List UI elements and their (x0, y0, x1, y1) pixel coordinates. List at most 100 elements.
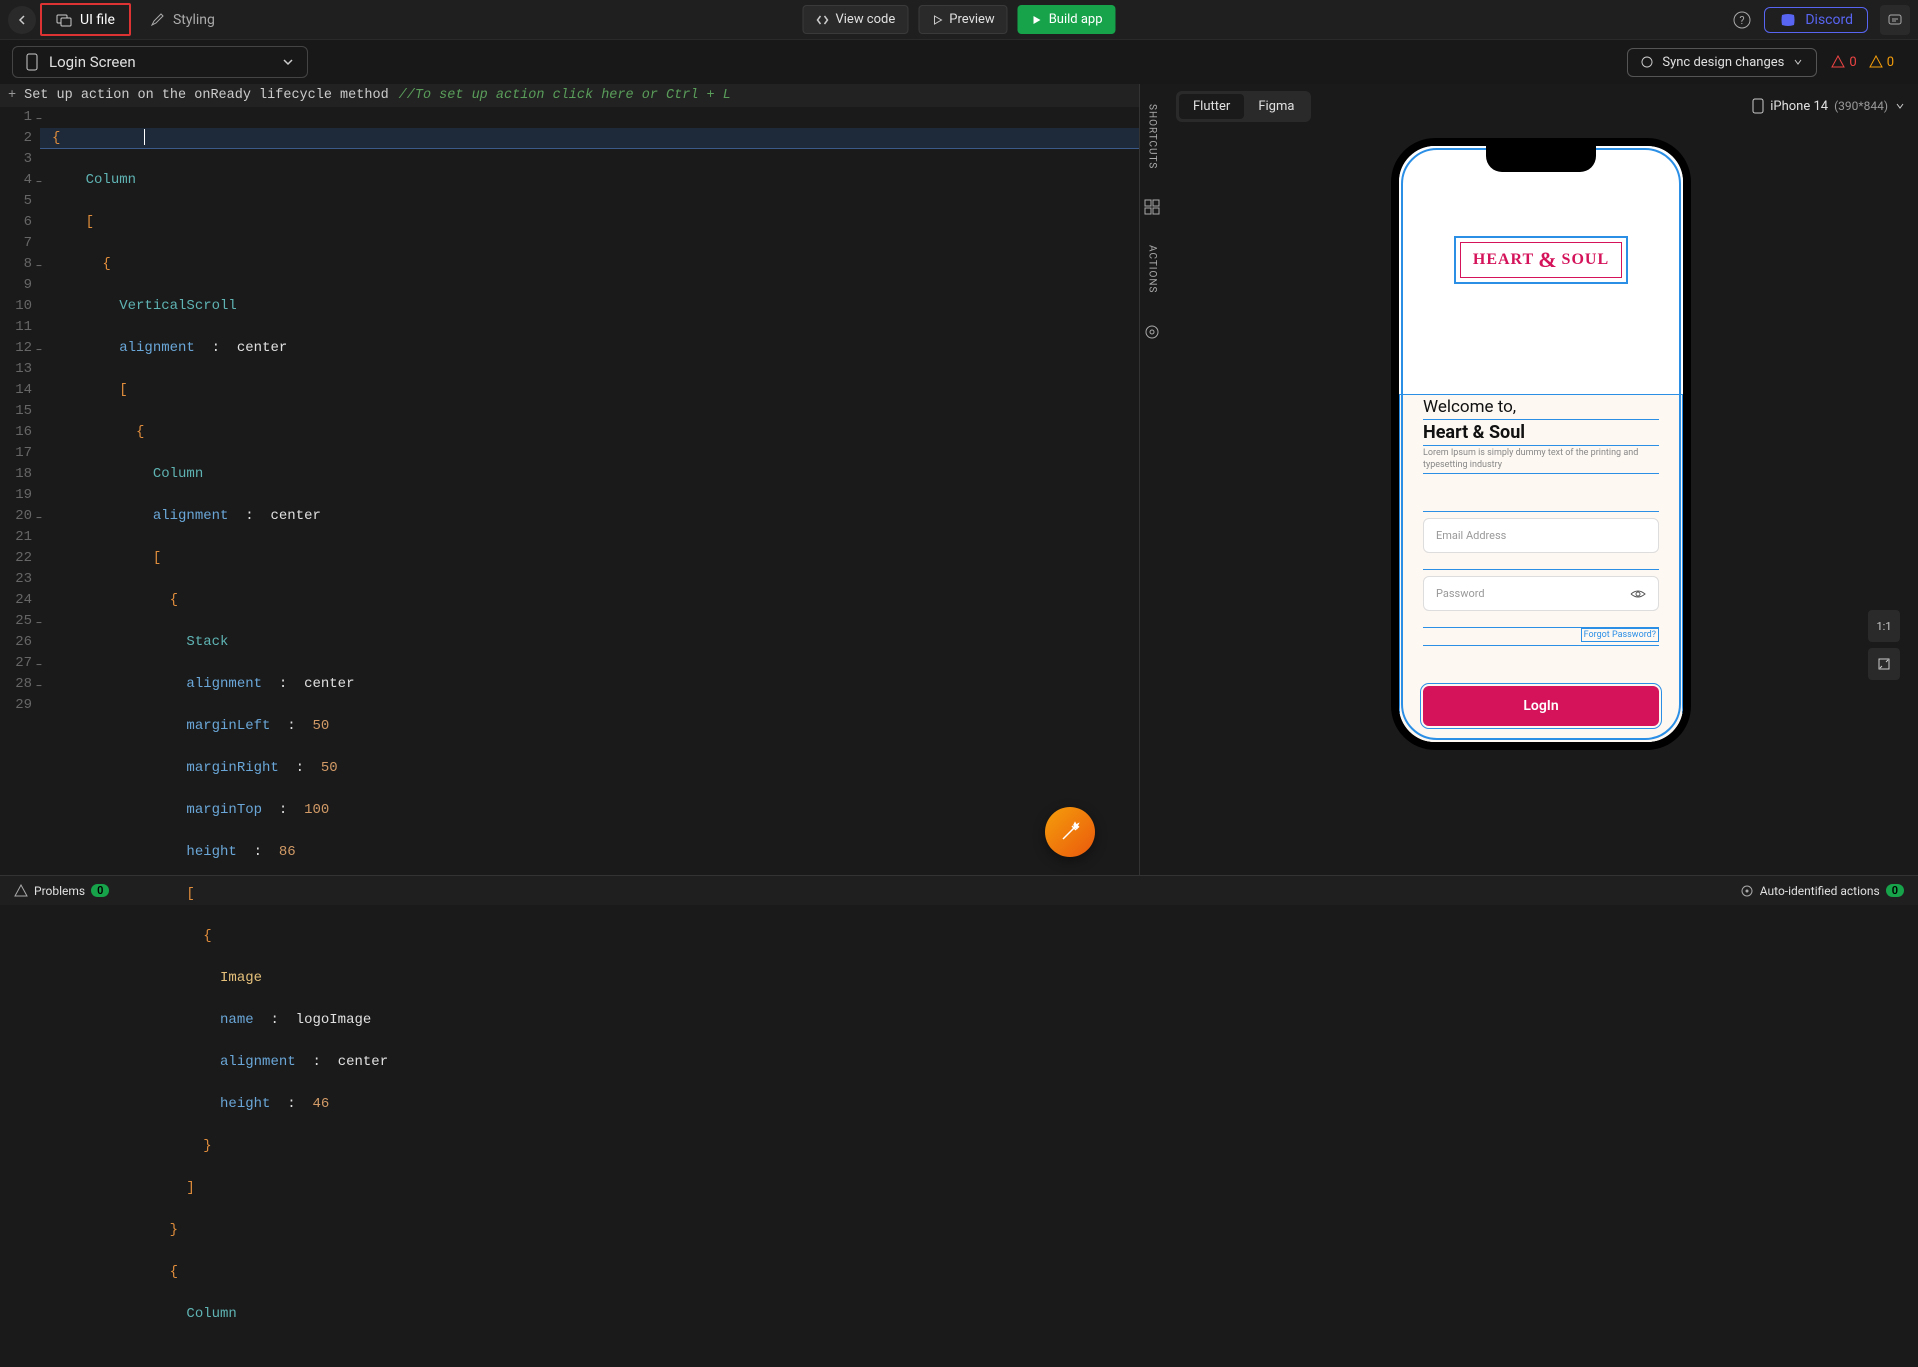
device-name: iPhone 14 (1770, 99, 1828, 114)
preview-panel: Flutter Figma iPhone 14 (390*844) HEART (1164, 84, 1918, 875)
error-count: 0 (1849, 55, 1856, 70)
zoom-expand[interactable] (1868, 648, 1900, 680)
phone-icon (1752, 98, 1764, 114)
spacer (1423, 474, 1659, 512)
ui-file-icon (56, 12, 72, 28)
logo-outline: HEART & SOUL (1454, 236, 1628, 284)
sync-label: Sync design changes (1662, 55, 1784, 70)
preview-label: Preview (949, 12, 994, 27)
editor-column: + Set up action on the onReady lifecycle… (0, 84, 1140, 875)
svg-text:?: ? (1740, 14, 1745, 27)
login-card: Welcome to, Heart & Soul Lorem Ipsum is … (1399, 394, 1683, 742)
build-app-label: Build app (1049, 12, 1103, 27)
chevron-down-icon (1792, 56, 1804, 68)
plus-icon[interactable]: + (8, 88, 16, 103)
rail-actions[interactable]: ACTIONS (1147, 245, 1158, 293)
expand-icon (1877, 657, 1891, 671)
fold-marker[interactable]: − (32, 677, 42, 687)
zoom-reset[interactable]: 1:1 (1868, 610, 1900, 642)
target-icon (1740, 884, 1754, 898)
tab-ui-file[interactable]: UI file (40, 3, 131, 36)
line-gutter: 1− 23 4− 567 8− 91011 12− 13141516171819… (0, 107, 40, 1367)
grid-icon[interactable] (1144, 199, 1160, 215)
warning-count: 0 (1887, 55, 1894, 70)
action-setup-line[interactable]: + Set up action on the onReady lifecycle… (0, 84, 1139, 107)
code-editor[interactable]: 1− 23 4− 567 8− 91011 12− 13141516171819… (0, 107, 1139, 1367)
fold-marker[interactable]: − (32, 656, 42, 666)
top-right: ? Discord (1732, 5, 1910, 35)
phone-notch (1486, 146, 1596, 172)
back-button[interactable] (8, 6, 36, 34)
fold-marker[interactable]: − (32, 341, 42, 351)
top-center-buttons: View code Preview Build app (802, 5, 1115, 34)
chevron-down-icon (1894, 100, 1906, 112)
email-input[interactable]: Email Address (1423, 518, 1659, 553)
welcome-text: Welcome to, (1423, 395, 1659, 420)
preview-stage: HEART & SOUL Welcome to, Heart & Soul Lo… (1164, 128, 1918, 875)
chevron-down-icon (281, 55, 295, 69)
phone-icon (25, 53, 39, 71)
fold-marker[interactable]: − (32, 614, 42, 624)
auto-identified-actions[interactable]: Auto-identified actions 0 (1740, 884, 1904, 898)
chat-button[interactable] (1880, 5, 1910, 35)
auto-actions-label: Auto-identified actions (1760, 884, 1880, 898)
magic-wand-button[interactable] (1045, 807, 1095, 857)
password-placeholder: Password (1436, 587, 1485, 600)
discord-button[interactable]: Discord (1764, 7, 1868, 33)
view-code-button[interactable]: View code (802, 5, 908, 34)
fold-marker[interactable]: − (32, 110, 42, 120)
rail-shortcuts[interactable]: SHORTCUTS (1147, 104, 1158, 169)
logo-heart: HEART (1473, 251, 1534, 269)
preview-button[interactable]: Preview (918, 5, 1007, 34)
target-icon[interactable] (1144, 324, 1160, 340)
tab-figma[interactable]: Figma (1244, 94, 1308, 119)
eye-icon[interactable] (1630, 588, 1646, 600)
status-badges: 0 0 (1831, 55, 1894, 70)
build-app-button[interactable]: Build app (1018, 5, 1116, 34)
discord-icon (1779, 13, 1797, 27)
file-dropdown[interactable]: Login Screen (12, 46, 308, 78)
sync-button[interactable]: Sync design changes (1627, 48, 1817, 77)
main-layout: + Set up action on the onReady lifecycle… (0, 84, 1918, 875)
help-icon[interactable]: ? (1732, 10, 1752, 30)
preview-header: Flutter Figma iPhone 14 (390*844) (1164, 84, 1918, 128)
password-input[interactable]: Password (1423, 576, 1659, 611)
lorem-text: Lorem Ipsum is simply dummy text of the … (1423, 446, 1659, 474)
warning-badge[interactable]: 0 (1869, 55, 1894, 70)
file-name: Login Screen (49, 53, 136, 71)
brush-icon (149, 12, 165, 28)
view-code-label: View code (835, 12, 895, 27)
chat-icon (1887, 12, 1903, 28)
discord-label: Discord (1805, 12, 1853, 28)
auto-actions-count: 0 (1886, 884, 1904, 897)
tab-styling-label: Styling (173, 12, 215, 28)
framework-tabs: Flutter Figma (1176, 91, 1311, 122)
forgot-password-link[interactable]: Forgot Password? (1581, 628, 1659, 642)
fold-marker[interactable]: − (32, 257, 42, 267)
error-icon (1831, 55, 1845, 69)
login-button[interactable]: LogIn (1423, 686, 1659, 726)
chevron-left-icon (16, 14, 28, 26)
fold-marker[interactable]: − (32, 509, 42, 519)
device-dropdown[interactable]: iPhone 14 (390*844) (1752, 98, 1906, 114)
play-icon (931, 14, 943, 26)
sync-icon (1640, 55, 1654, 69)
sub-header-right: Sync design changes 0 0 (1627, 48, 1906, 77)
warning-icon (1869, 55, 1883, 69)
phone-screen[interactable]: HEART & SOUL Welcome to, Heart & Soul Lo… (1399, 146, 1683, 742)
logo-soul: SOUL (1562, 251, 1610, 269)
error-badge[interactable]: 0 (1831, 55, 1856, 70)
email-placeholder: Email Address (1436, 529, 1506, 542)
top-bar: UI file Styling View code Preview Build … (0, 0, 1918, 40)
logo-amp: & (1538, 247, 1557, 273)
code-lines[interactable]: { Column [ { VerticalScroll alignment : … (40, 107, 1139, 1367)
sub-header: Login Screen Sync design changes 0 0 (0, 40, 1918, 84)
fold-marker[interactable]: − (32, 173, 42, 183)
code-icon (815, 13, 829, 27)
phone-frame: HEART & SOUL Welcome to, Heart & Soul Lo… (1391, 138, 1691, 750)
action-label: Set up action on the onReady lifecycle m… (24, 88, 389, 103)
zoom-controls: 1:1 (1868, 610, 1900, 680)
tab-styling[interactable]: Styling (135, 0, 229, 39)
side-rails: SHORTCUTS ACTIONS (1140, 84, 1164, 875)
tab-flutter[interactable]: Flutter (1179, 94, 1244, 119)
